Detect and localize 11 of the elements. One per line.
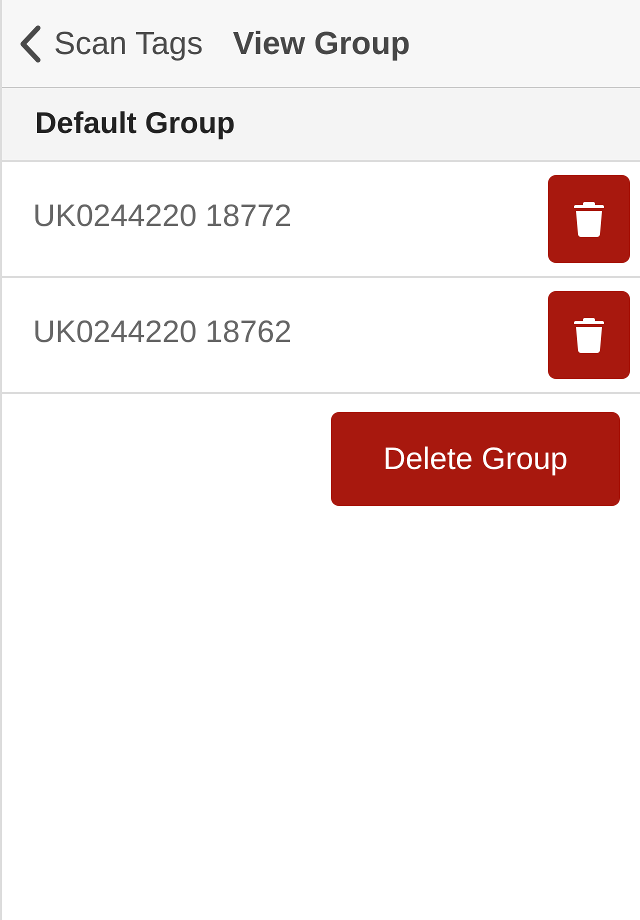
delete-tag-button[interactable] — [548, 175, 630, 263]
trash-icon — [574, 317, 604, 353]
delete-tag-button[interactable] — [548, 291, 630, 379]
trash-icon — [574, 201, 604, 237]
back-chevron-icon — [18, 24, 42, 62]
tag-id: UK0244220 18772 — [33, 198, 292, 234]
page-title: View Group — [232, 25, 410, 62]
tag-id: UK0244220 18762 — [33, 314, 292, 350]
back-button[interactable]: Scan Tags — [18, 24, 203, 62]
group-name: Default Group — [35, 107, 235, 141]
delete-group-button[interactable]: Delete Group — [331, 412, 620, 506]
